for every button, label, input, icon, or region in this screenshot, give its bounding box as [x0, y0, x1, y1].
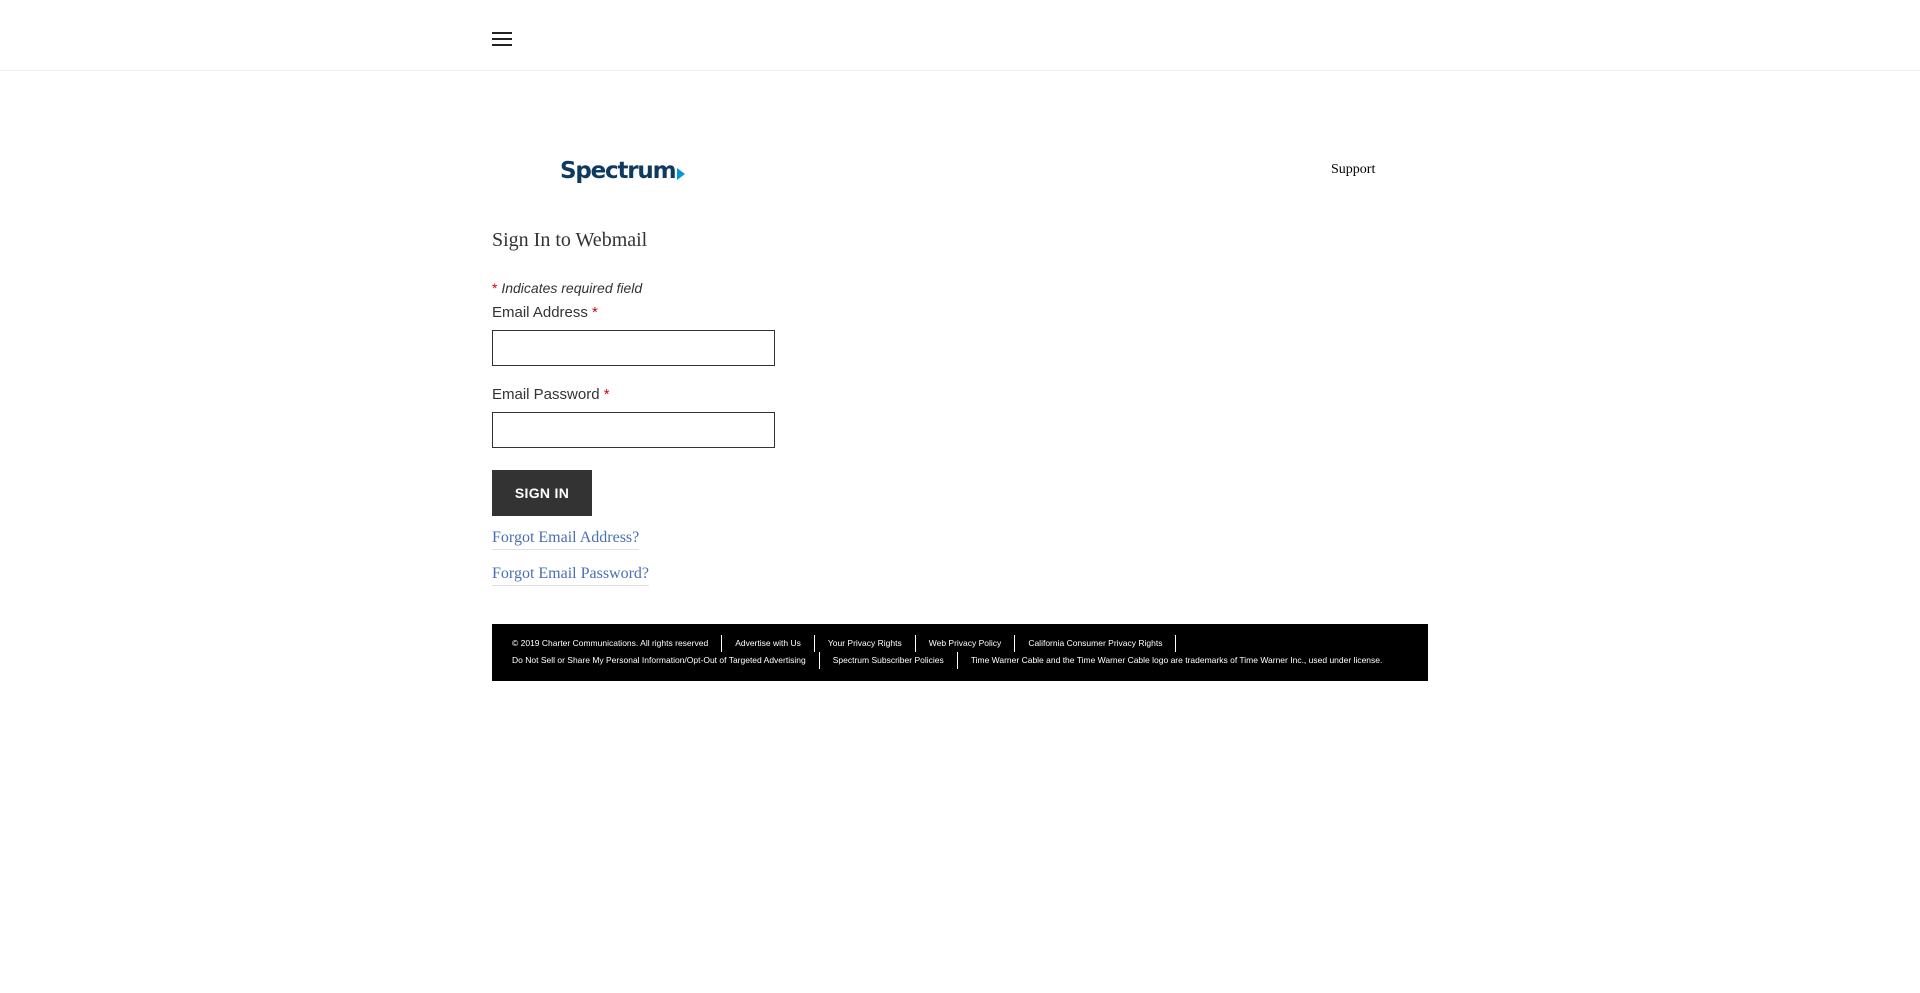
footer-link-web-privacy-policy[interactable]: Web Privacy Policy: [916, 635, 1016, 652]
password-label-text: Email Password: [492, 386, 600, 403]
email-password-label: Email Password *: [492, 386, 610, 403]
required-star: *: [592, 304, 598, 321]
sign-in-button[interactable]: SIGN IN: [492, 470, 592, 516]
email-password-input[interactable]: [492, 412, 775, 448]
menu-line: [492, 32, 512, 34]
footer-link-privacy-rights[interactable]: Your Privacy Rights: [815, 635, 916, 652]
forgot-email-password-link[interactable]: Forgot Email Password?: [492, 565, 650, 586]
footer-link-do-not-sell[interactable]: Do Not Sell or Share My Personal Informa…: [512, 652, 820, 669]
footer-link-subscriber-policies[interactable]: Spectrum Subscriber Policies: [820, 652, 958, 669]
required-star: *: [603, 386, 610, 403]
forgot-email-address-link[interactable]: Forgot Email Address?: [492, 529, 640, 550]
hamburger-menu-icon[interactable]: [492, 32, 512, 47]
menu-line: [492, 38, 512, 40]
required-star: *: [492, 280, 498, 296]
footer-link-california-privacy[interactable]: California Consumer Privacy Rights: [1015, 635, 1177, 652]
spectrum-logo[interactable]: Spectrum: [560, 156, 686, 186]
top-bar: [0, 0, 1920, 71]
page-title: Sign In to Webmail: [492, 229, 648, 251]
trademark-notice: Time Warner Cable and the Time Warner Ca…: [970, 655, 1383, 665]
menu-line: [492, 44, 512, 46]
required-note-text: Indicates required field: [501, 280, 643, 296]
email-label-text: Email Address: [492, 304, 588, 321]
footer-row-2: Do Not Sell or Share My Personal Informa…: [512, 652, 1428, 669]
email-address-input[interactable]: [492, 330, 775, 366]
footer-link-advertise[interactable]: Advertise with Us: [722, 635, 815, 652]
footer: © 2019 Charter Communications. All right…: [492, 624, 1428, 681]
footer-row-1: © 2019 Charter Communications. All right…: [512, 635, 1428, 652]
support-link[interactable]: Support: [1331, 162, 1375, 178]
logo-text: Spectrum: [560, 158, 677, 184]
copyright-text: © 2019 Charter Communications. All right…: [512, 635, 723, 652]
email-address-label: Email Address *: [492, 304, 598, 321]
logo-arrow-icon: [677, 168, 686, 180]
required-field-note: * Indicates required field: [492, 280, 642, 296]
